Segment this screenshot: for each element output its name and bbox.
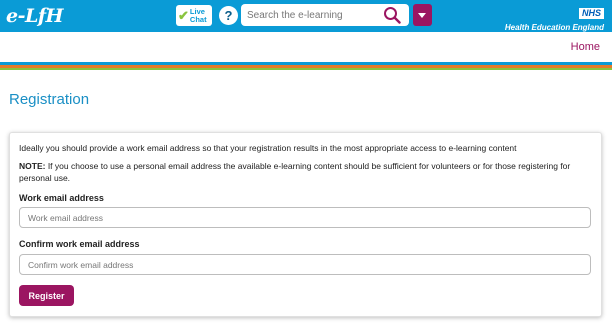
divider-stripe-green [0, 68, 612, 70]
home-link[interactable]: Home [571, 41, 600, 53]
note-text: NOTE: If you choose to use a personal em… [19, 160, 594, 184]
confirm-email-field[interactable] [19, 254, 591, 275]
menu-dropdown-button[interactable] [413, 4, 432, 26]
live-chat-line2: Chat [189, 14, 207, 24]
magnifier-icon[interactable] [383, 6, 401, 24]
checkmark-icon: ✔ [178, 8, 189, 23]
top-header: e-LfH ✔ Live Chat ? NHS Health Education… [0, 0, 612, 32]
live-chat-button[interactable]: ✔ Live Chat [176, 5, 212, 26]
live-chat-label: Live Chat [189, 7, 207, 24]
register-button[interactable]: Register [19, 285, 74, 306]
search-input[interactable] [247, 6, 379, 24]
nhs-badge: NHS [578, 8, 604, 19]
page-title: Registration [9, 91, 90, 108]
work-email-field[interactable] [19, 207, 591, 228]
nav-bar: Home [0, 32, 612, 62]
registration-form: Ideally you should provide a work email … [9, 132, 602, 317]
work-email-label: Work email address [19, 193, 104, 203]
note-body: If you choose to use a personal email ad… [19, 161, 571, 183]
elfh-logo[interactable]: e-LfH [6, 5, 63, 27]
note-label: NOTE: [19, 161, 46, 171]
intro-text: Ideally you should provide a work email … [19, 143, 517, 153]
search-box [241, 4, 409, 26]
help-icon[interactable]: ? [219, 6, 238, 25]
confirm-email-label: Confirm work email address [19, 239, 140, 249]
nhs-hee-logo: NHS Health Education England [505, 3, 604, 33]
